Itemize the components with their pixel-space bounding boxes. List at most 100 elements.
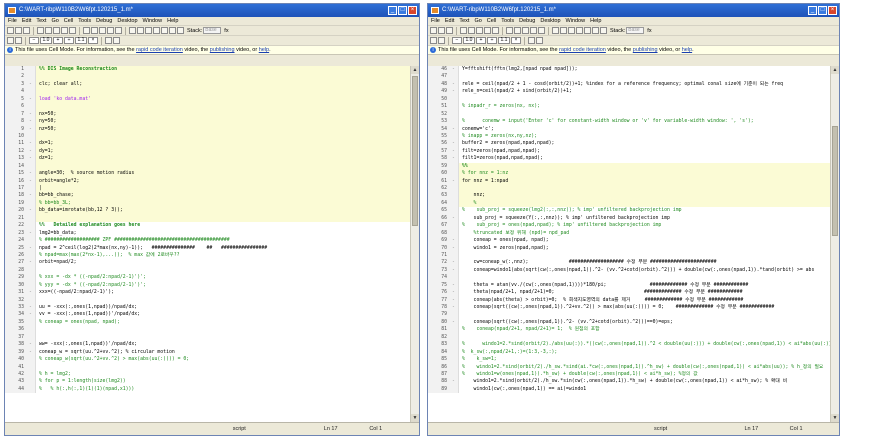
menu-debug[interactable]: Debug bbox=[96, 17, 112, 25]
save-icon[interactable] bbox=[446, 27, 453, 34]
code-line[interactable]: 23- lmg2=bb_data; bbox=[5, 229, 410, 238]
scroll-down-icon[interactable]: ▼ bbox=[411, 414, 419, 422]
code-line[interactable]: 73- coneap=windo1(abs(sqrt(cw(:,ones(npa… bbox=[428, 266, 830, 275]
breakpoint-marker[interactable] bbox=[26, 214, 36, 223]
increment-button[interactable]: + bbox=[53, 37, 63, 44]
cut-icon[interactable] bbox=[37, 27, 44, 34]
breakpoint-marker[interactable] bbox=[449, 103, 459, 111]
scroll-up-icon[interactable]: ▲ bbox=[411, 66, 419, 74]
breakpoint-marker[interactable] bbox=[449, 370, 459, 379]
breakpoint-marker[interactable] bbox=[26, 378, 36, 386]
code-line[interactable]: 64 % bbox=[428, 199, 830, 208]
breakpoint-marker[interactable] bbox=[26, 318, 36, 327]
code-line[interactable]: 2 bbox=[5, 73, 410, 81]
breakpoint-marker[interactable] bbox=[26, 296, 36, 304]
breakpoint-marker[interactable]: - bbox=[26, 244, 36, 252]
menu-edit[interactable]: Edit bbox=[22, 17, 31, 25]
step-icon[interactable] bbox=[145, 27, 152, 34]
code-line[interactable]: 84 % k_sw(:,npad/2+1,:)=(1:3,-3,:); bbox=[428, 348, 830, 357]
breakpoint-marker[interactable] bbox=[449, 170, 459, 178]
breakpoint-marker[interactable] bbox=[449, 192, 459, 200]
code-line[interactable]: 62 bbox=[428, 185, 830, 193]
code-line[interactable]: 86 % windo1=2.*sind(orbit/2)./h_sw.*sind(… bbox=[428, 363, 830, 371]
breakpoint-marker[interactable] bbox=[449, 118, 459, 126]
menu-cell[interactable]: Cell bbox=[487, 17, 496, 25]
code-line[interactable]: 52 bbox=[428, 110, 830, 119]
breakpoint-marker[interactable]: - bbox=[449, 244, 459, 252]
exit-debug-icon[interactable] bbox=[600, 27, 607, 34]
scroll-thumb[interactable] bbox=[832, 126, 838, 236]
breakpoint-marker[interactable] bbox=[449, 132, 459, 141]
code-line[interactable]: 5- load 'ko data.mat' bbox=[5, 95, 410, 104]
code-line[interactable]: 11- dx=1; bbox=[5, 140, 410, 148]
code-line[interactable]: 70- windo1 = zeros(npad,npad); bbox=[428, 244, 830, 252]
breakpoint-marker[interactable]: - bbox=[449, 318, 459, 327]
breakpoint-marker[interactable] bbox=[449, 311, 459, 319]
eval-cell-icon[interactable] bbox=[7, 37, 14, 44]
code-line[interactable]: 83 % windo1=2.*sind(orbit/2)./abs(uu(:)).… bbox=[428, 341, 830, 349]
breakpoint-marker[interactable]: - bbox=[449, 237, 459, 245]
eval-advance-icon[interactable] bbox=[438, 37, 445, 44]
code-line[interactable]: 6 bbox=[5, 103, 410, 111]
code-line[interactable]: 47 bbox=[428, 73, 830, 81]
stack-select[interactable]: Base bbox=[203, 27, 222, 34]
menu-window[interactable]: Window bbox=[566, 17, 586, 25]
breakpoint-marker[interactable]: - bbox=[449, 140, 459, 148]
code-line[interactable]: 32 bbox=[5, 296, 410, 304]
forward-icon[interactable] bbox=[530, 27, 537, 34]
code-line[interactable]: 78- coneap(sqrt((cw(:,ones(npad,1)).^2+v… bbox=[428, 304, 830, 312]
open-file-icon[interactable] bbox=[15, 27, 22, 34]
code-line[interactable]: 9- nz=50; bbox=[5, 125, 410, 133]
breakpoint-marker[interactable]: - bbox=[26, 80, 36, 89]
code-line[interactable]: 74 bbox=[428, 274, 830, 282]
code-line[interactable]: 3- clc; clear all; bbox=[5, 80, 410, 89]
code-line[interactable]: 15- angle=30; % source motion radius bbox=[5, 170, 410, 178]
copy-icon[interactable] bbox=[45, 27, 52, 34]
code-line[interactable]: 14 bbox=[5, 162, 410, 171]
find-icon[interactable] bbox=[91, 27, 98, 34]
menu-window[interactable]: Window bbox=[143, 17, 163, 25]
breakpoint-marker[interactable] bbox=[449, 363, 459, 371]
publishing-link[interactable]: publishing bbox=[210, 47, 235, 53]
breakpoint-marker[interactable]: - bbox=[26, 192, 36, 200]
breakpoint-marker[interactable]: - bbox=[26, 348, 36, 357]
breakpoint-marker[interactable] bbox=[26, 132, 36, 141]
code-line[interactable]: 58- filt1=zeros(npad,npad,npad); bbox=[428, 155, 830, 163]
breakpoint-icon[interactable] bbox=[552, 27, 559, 34]
clear-breakpoints-icon[interactable] bbox=[137, 27, 144, 34]
decrement-button[interactable]: − bbox=[29, 37, 39, 44]
menu-debug[interactable]: Debug bbox=[519, 17, 535, 25]
breakpoint-marker[interactable]: - bbox=[26, 140, 36, 148]
breakpoint-marker[interactable] bbox=[449, 274, 459, 282]
menu-help[interactable]: Help bbox=[167, 17, 178, 25]
breakpoint-marker[interactable]: - bbox=[449, 304, 459, 312]
code-line[interactable]: 12- dy=1; bbox=[5, 147, 410, 156]
breakpoint-marker[interactable] bbox=[449, 348, 459, 357]
code-line[interactable]: 21 bbox=[5, 214, 410, 223]
code-line[interactable]: 30 % yyy = -dx * ((-npad/2:npad/2-1)')'; bbox=[5, 281, 410, 290]
menu-file[interactable]: File bbox=[431, 17, 440, 25]
rapid-code-iteration-link[interactable]: rapid code iteration bbox=[136, 47, 183, 53]
back-icon[interactable] bbox=[522, 27, 529, 34]
code-line[interactable]: 22 %% Detailed explanation goes here bbox=[5, 222, 410, 230]
minimize-icon[interactable]: _ bbox=[388, 6, 397, 15]
show-cell-titles-icon[interactable] bbox=[528, 37, 535, 44]
menu-tools[interactable]: Tools bbox=[78, 17, 91, 25]
code-line[interactable]: 29 % xxx = -dx * ((-npad/2:npad/2-1)')'; bbox=[5, 274, 410, 282]
help-link[interactable]: help bbox=[259, 47, 269, 53]
code-line[interactable]: 59%% bbox=[428, 162, 830, 171]
paste-icon[interactable] bbox=[476, 27, 483, 34]
code-line[interactable]: 19 % bb=bb_3L; bbox=[5, 199, 410, 208]
code-line[interactable]: 49- rele_n=ceil(npad/2 + sind(orbit/2))+1… bbox=[428, 88, 830, 96]
code-line[interactable]: 76- theta(npad/2+1, npad/2+1)=0; #######… bbox=[428, 289, 830, 297]
breakpoint-marker[interactable]: - bbox=[26, 177, 36, 185]
cut-icon[interactable] bbox=[460, 27, 467, 34]
breakpoint-marker[interactable]: - bbox=[26, 147, 36, 156]
code-line[interactable]: 53 % conemw = input('Enter 'c' for consta… bbox=[428, 118, 830, 126]
code-editor[interactable]: 46- Y=fftshift(fftn(lmg2,[npad npad npad]… bbox=[428, 66, 830, 422]
breakpoint-marker[interactable] bbox=[26, 185, 36, 193]
code-line[interactable]: 69- coneap = ones(npad, npad); bbox=[428, 237, 830, 245]
breakpoint-marker[interactable]: - bbox=[449, 125, 459, 133]
decrement-button[interactable]: − bbox=[452, 37, 462, 44]
code-line[interactable]: 38- ww= -xxx(:,ones(1,npad))'/npad/dx; bbox=[5, 341, 410, 349]
